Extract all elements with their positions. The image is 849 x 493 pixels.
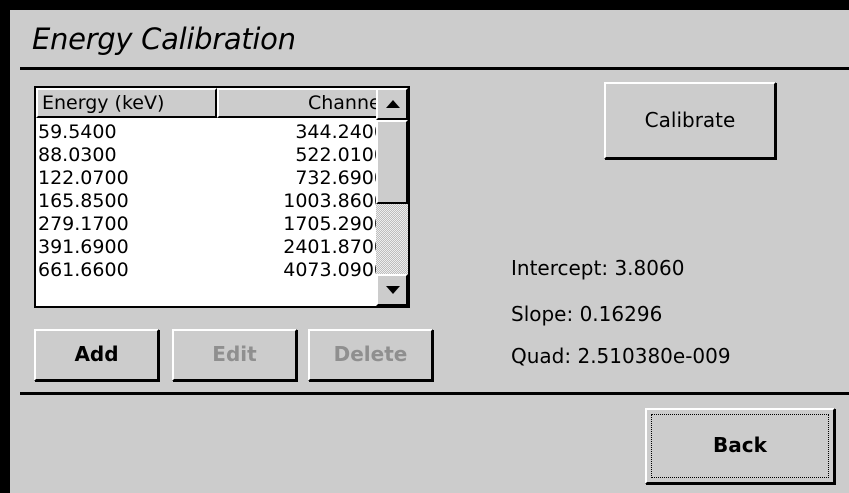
calibrate-button[interactable]: Calibrate <box>604 82 776 159</box>
energy-cell: 59.5400 <box>38 121 117 143</box>
quad-value: Quad: 2.510380e-009 <box>511 344 731 368</box>
channel-cell: 2401.8700 <box>283 236 386 258</box>
list-row[interactable]: 279.1700 1705.2900 <box>36 213 396 236</box>
slope-value: Slope: 0.16296 <box>511 302 663 326</box>
scroll-down-button[interactable] <box>376 274 408 306</box>
footer-divider <box>20 392 849 395</box>
energy-cell: 391.6900 <box>38 236 129 258</box>
list-header: Energy (keV) Channel <box>36 88 396 120</box>
scroll-up-button[interactable] <box>376 88 408 120</box>
scroll-thumb[interactable] <box>376 120 408 204</box>
calibration-screen: Energy Calibration Energy (keV) Channel … <box>10 10 849 493</box>
page-title: Energy Calibration <box>32 22 296 56</box>
delete-button[interactable]: Delete <box>308 329 433 381</box>
list-rows: 59.5400 344.2400 88.0300 522.0100 122.0700… <box>36 121 396 282</box>
column-header-channel[interactable]: Channel <box>217 88 396 118</box>
channel-cell: 4073.0900 <box>283 259 386 281</box>
energy-cell: 122.0700 <box>38 167 129 189</box>
column-header-energy[interactable]: Energy (keV) <box>36 88 217 118</box>
list-row[interactable]: 59.5400 344.2400 <box>36 121 396 144</box>
list-row[interactable]: 165.8500 1003.8600 <box>36 190 396 213</box>
up-arrow-icon <box>386 100 400 108</box>
energy-cell: 88.0300 <box>38 144 117 166</box>
energy-cell: 165.8500 <box>38 190 129 212</box>
down-arrow-icon <box>386 286 400 294</box>
channel-cell: 344.2400 <box>295 121 386 143</box>
list-row[interactable]: 661.6600 4073.0900 <box>36 259 396 282</box>
list-row[interactable]: 122.0700 732.6900 <box>36 167 396 190</box>
vertical-scrollbar[interactable] <box>376 88 408 306</box>
list-row[interactable]: 391.6900 2401.8700 <box>36 236 396 259</box>
energy-cell: 661.6600 <box>38 259 129 281</box>
focus-rectangle <box>651 414 829 478</box>
channel-cell: 1705.2900 <box>283 213 386 235</box>
calibration-points-list[interactable]: Energy (keV) Channel 59.5400 344.2400 88.… <box>34 86 410 308</box>
add-button[interactable]: Add <box>34 329 159 381</box>
back-button[interactable]: Back <box>645 408 835 484</box>
edit-button[interactable]: Edit <box>172 329 297 381</box>
intercept-value: Intercept: 3.8060 <box>511 256 685 280</box>
energy-cell: 279.1700 <box>38 213 129 235</box>
channel-cell: 1003.8600 <box>283 190 386 212</box>
channel-cell: 522.0100 <box>295 144 386 166</box>
channel-cell: 732.6900 <box>295 167 386 189</box>
list-row[interactable]: 88.0300 522.0100 <box>36 144 396 167</box>
title-divider <box>20 67 849 70</box>
